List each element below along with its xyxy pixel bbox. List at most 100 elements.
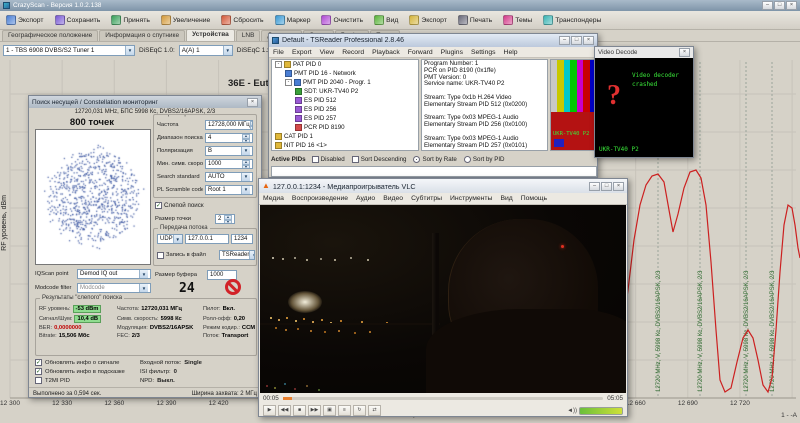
service-name-overlay: UKR-TV40 P2 bbox=[553, 131, 589, 137]
blind-search-checkbox[interactable]: ✓ bbox=[155, 202, 162, 209]
constellation-plot[interactable] bbox=[35, 129, 151, 265]
spin-down-icon[interactable]: ▼ bbox=[250, 126, 253, 130]
player-select[interactable]: TSReader ▼ bbox=[219, 250, 255, 260]
vlc-menu-item[interactable]: Помощь bbox=[517, 195, 551, 202]
param-field[interactable]: Root 1▼ bbox=[205, 185, 253, 195]
stream-port-field[interactable]: 1234 bbox=[231, 234, 253, 244]
spin-down-icon[interactable]: ▼ bbox=[242, 165, 250, 169]
seek-slider[interactable] bbox=[283, 397, 603, 400]
next-button[interactable]: ▶▶ bbox=[308, 405, 321, 416]
close-icon[interactable]: × bbox=[679, 48, 690, 57]
video-decode-titlebar[interactable]: Video Decode × bbox=[595, 47, 693, 58]
spinner-icon[interactable]: ▲▼ bbox=[242, 134, 250, 142]
spin-down-icon[interactable]: ▼ bbox=[242, 139, 250, 143]
result-value: 12720,031 МГц bbox=[141, 306, 182, 312]
dropdown-arrow-icon[interactable]: ▼ bbox=[139, 270, 148, 278]
vlc-menu-item[interactable]: Субтитры bbox=[407, 195, 446, 202]
spinner-icon[interactable]: ▲▼ bbox=[250, 121, 253, 129]
pid-option[interactable]: Sort by Rate bbox=[413, 156, 456, 163]
maximize-icon[interactable]: □ bbox=[571, 36, 582, 45]
param-field[interactable]: 12728,000 МГц▲▼ bbox=[205, 120, 253, 130]
dropdown-arrow-icon[interactable]: ▼ bbox=[139, 284, 148, 292]
param-field[interactable]: В▼ bbox=[205, 146, 253, 156]
tsreader-menu-item[interactable]: Playback bbox=[368, 49, 404, 56]
carrier-titlebar[interactable]: Поиск несущей / Constellation мониторинг… bbox=[29, 96, 261, 108]
maximize-icon[interactable]: □ bbox=[601, 182, 612, 191]
vlc-menu-item[interactable]: Медиа bbox=[259, 195, 288, 202]
tree-item[interactable]: NIT PID 16 <1> bbox=[272, 141, 418, 150]
tsreader-menu-item[interactable]: File bbox=[269, 49, 288, 56]
tree-item[interactable]: -PMT PID 2040 - Progr. 1 bbox=[272, 78, 418, 87]
previous-button[interactable]: ◀◀ bbox=[278, 405, 291, 416]
checkbox[interactable]: ✓ bbox=[35, 368, 42, 375]
tsreader-menu-item[interactable]: Export bbox=[288, 49, 316, 56]
stream-protocol-select[interactable]: UDP ▼ bbox=[157, 234, 183, 244]
close-icon[interactable]: × bbox=[247, 98, 258, 107]
checkbox[interactable] bbox=[352, 156, 359, 163]
dropdown-arrow-icon[interactable]: ▼ bbox=[241, 173, 250, 181]
play-button[interactable]: ▶ bbox=[263, 405, 276, 416]
tree-item[interactable]: CAT PID 1 bbox=[272, 132, 418, 141]
random-button[interactable]: ⇄ bbox=[368, 405, 381, 416]
checkbox[interactable]: ✓ bbox=[35, 359, 42, 366]
dropdown-arrow-icon[interactable]: ▼ bbox=[241, 147, 250, 155]
radio-button[interactable] bbox=[464, 156, 471, 163]
extended-settings-button[interactable]: ≡ bbox=[338, 405, 351, 416]
pid-option[interactable]: Disabled bbox=[312, 156, 345, 163]
minimize-icon[interactable]: – bbox=[589, 182, 600, 191]
tree-item[interactable]: PMT PID 16 - Network bbox=[272, 69, 418, 78]
blind-results-title: Результаты "слепого" поиска bbox=[40, 295, 124, 301]
tree-item[interactable]: ES PID 257 bbox=[272, 114, 418, 123]
tree-expand-icon[interactable]: - bbox=[275, 61, 282, 68]
tsreader-titlebar[interactable]: Default - TSReader Professional 2.8.46 –… bbox=[269, 34, 597, 47]
vlc-menu-item[interactable]: Воспроизведение bbox=[288, 195, 352, 202]
buffer-size-value: 1000 bbox=[210, 272, 223, 278]
vlc-titlebar[interactable]: ▲ 127.0.0.1:1234 - Медиапроигрыватель VL… bbox=[259, 179, 627, 193]
fullscreen-button[interactable]: ▣ bbox=[323, 405, 336, 416]
stop-button[interactable]: ■ bbox=[293, 405, 306, 416]
tsreader-menu-item[interactable]: Settings bbox=[467, 49, 500, 56]
vlc-menu-item[interactable]: Инструменты bbox=[446, 195, 496, 202]
dropdown-arrow-icon[interactable]: ▼ bbox=[241, 186, 250, 194]
tree-item[interactable]: SDT: UKR-TV40 P2 bbox=[272, 87, 418, 96]
video-area[interactable] bbox=[260, 205, 626, 393]
tsreader-menu-item[interactable]: Help bbox=[500, 49, 522, 56]
tree-expand-icon[interactable]: - bbox=[285, 79, 292, 86]
param-field[interactable]: AUTO▼ bbox=[205, 172, 253, 182]
record-checkbox[interactable] bbox=[157, 252, 164, 259]
radio-button[interactable] bbox=[413, 156, 420, 163]
minimize-icon[interactable]: – bbox=[559, 36, 570, 45]
param-field[interactable]: 4▲▼ bbox=[205, 133, 253, 143]
tree-item[interactable]: -PAT PID 0 bbox=[272, 60, 418, 69]
dropdown-arrow-icon[interactable]: ▼ bbox=[173, 235, 182, 243]
pid-sort-options: Disabled Sort Descending Sort by Rate Sort … bbox=[312, 156, 505, 163]
iqscan-select[interactable]: Demod IQ out ▼ bbox=[77, 269, 151, 279]
checkbox[interactable] bbox=[35, 377, 42, 384]
spinner-icon[interactable]: ▲▼ bbox=[242, 160, 250, 168]
tsreader-menu-item[interactable]: View bbox=[316, 49, 339, 56]
tsreader-menu-item[interactable]: Record bbox=[338, 49, 368, 56]
stop-icon[interactable] bbox=[225, 279, 241, 295]
close-icon[interactable]: × bbox=[613, 182, 624, 191]
volume-slider[interactable] bbox=[579, 407, 623, 415]
tree-item[interactable]: ES PID 512 bbox=[272, 96, 418, 105]
loop-button[interactable]: ↻ bbox=[353, 405, 366, 416]
tsreader-menu-item[interactable]: Plugins bbox=[437, 49, 467, 56]
tsreader-menu-item[interactable]: Forward bbox=[404, 49, 437, 56]
vlc-menu-item[interactable]: Аудио bbox=[352, 195, 379, 202]
spinner-icon[interactable]: ▲▼ bbox=[224, 215, 232, 223]
vlc-menu-item[interactable]: Видео bbox=[379, 195, 407, 202]
spin-down-icon[interactable]: ▼ bbox=[224, 220, 232, 224]
dropdown-arrow-icon[interactable]: ▼ bbox=[249, 251, 255, 259]
close-icon[interactable]: × bbox=[583, 36, 594, 45]
checkbox[interactable] bbox=[312, 156, 319, 163]
tree-item[interactable]: PCR PID 8190 bbox=[272, 123, 418, 132]
tree-item[interactable]: ES PID 256 bbox=[272, 105, 418, 114]
pid-option[interactable]: Sort Descending bbox=[352, 156, 407, 163]
param-field[interactable]: 1000▲▼ bbox=[205, 159, 253, 169]
stream-address-field[interactable]: 127.0.0.1 bbox=[185, 234, 229, 244]
modcode-select[interactable]: Modcode ▼ bbox=[77, 283, 151, 293]
dot-size-field[interactable]: 2 ▲▼ bbox=[215, 214, 235, 224]
vlc-menu-item[interactable]: Вид bbox=[496, 195, 516, 202]
pid-option[interactable]: Sort by PID bbox=[464, 156, 505, 163]
